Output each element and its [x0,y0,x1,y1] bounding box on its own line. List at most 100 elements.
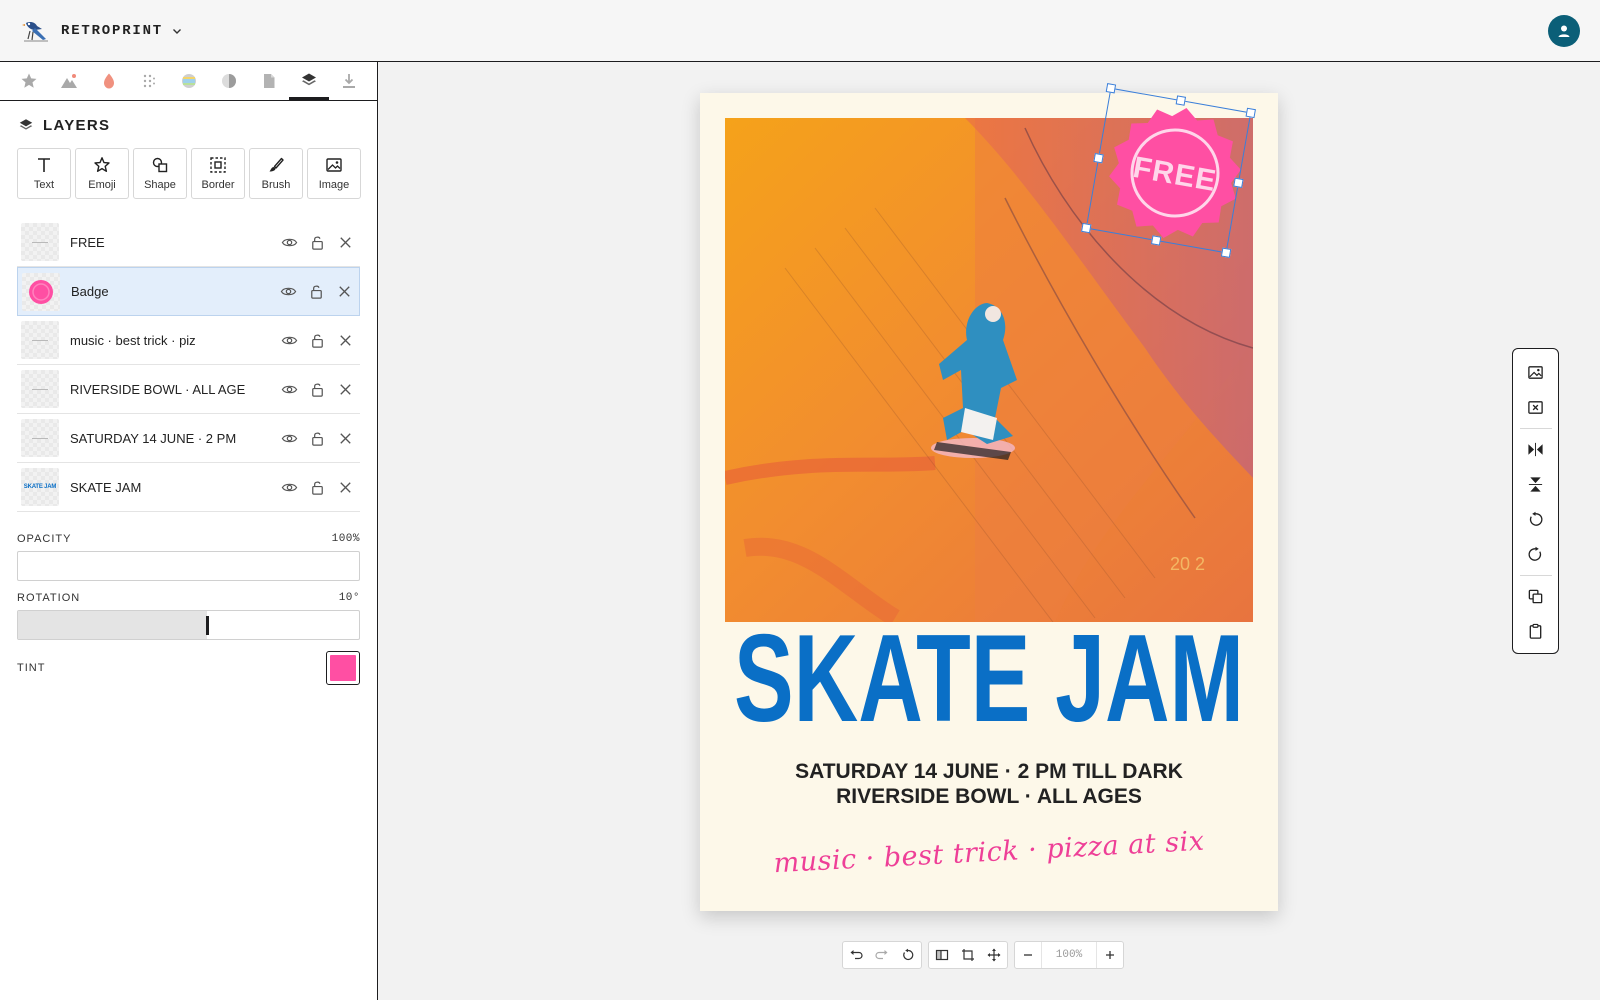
title-layer-preview: SKATE JAM [23,484,57,490]
remove-image-icon [1528,401,1543,414]
unlock-icon[interactable] [309,234,326,251]
layer-name: music · best trick · piz [70,332,196,348]
eye-icon[interactable] [280,283,297,300]
tab-effects[interactable] [89,62,129,100]
rotate-right-button[interactable] [1520,539,1552,571]
undo-button[interactable] [843,942,869,968]
paste-button[interactable] [1520,616,1552,648]
tint-color-swatch[interactable] [326,651,360,685]
redo-button[interactable] [869,942,895,968]
poster-venue-line[interactable]: RIVERSIDE BOWL · ALL AGES [700,785,1278,809]
zoom-level[interactable]: 100% [1041,942,1097,968]
close-icon[interactable] [337,430,354,447]
poster[interactable]: 20 2 SKATE JAM SATURDAY 14 JUNE · 2 PM T… [700,93,1278,911]
page-icon [264,74,275,88]
tab-halftone[interactable] [129,62,169,100]
layers-section-title: LAYERS [18,115,377,135]
add-border-button[interactable]: Border [191,148,245,199]
tab-tone[interactable] [209,62,249,100]
unlock-icon[interactable] [309,430,326,447]
poster-title[interactable]: SKATE JAM [700,613,1278,735]
layer-row-badge[interactable]: Badge [17,267,360,316]
canvas-area[interactable]: 20 2 SKATE JAM SATURDAY 14 JUNE · 2 PM T… [379,62,1600,1000]
add-image-button[interactable]: Image [307,148,361,199]
poster-tagline[interactable]: music · best trick · pizza at six [700,822,1278,883]
reset-icon [903,948,914,961]
opacity-slider[interactable] [17,551,360,581]
layer-row-venue[interactable]: RIVERSIDE BOWL · ALL AGE [17,365,360,414]
user-avatar[interactable] [1548,15,1580,47]
unlock-icon[interactable] [309,332,326,349]
rotation-slider-handle[interactable] [206,616,209,635]
app-switcher[interactable]: RETROPRINT [20,15,183,47]
close-icon[interactable] [336,283,353,300]
paste-icon [1529,623,1542,639]
layer-row-title[interactable]: SKATE JAM SKATE JAM [17,463,360,512]
replace-image-button[interactable] [1520,357,1552,389]
crop-button[interactable] [955,942,981,968]
zoom-in-button[interactable] [1097,942,1123,968]
tab-stickers[interactable] [9,62,49,100]
bird-logo-icon [22,21,48,41]
layer-thumbnail [21,419,59,457]
rotate-right-icon [1528,546,1542,561]
layer-list: FREE Badge music · best trick · piz RIVE… [17,218,360,512]
compare-button[interactable] [929,942,955,968]
layers-title: LAYERS [43,116,111,134]
eye-icon[interactable] [281,479,298,496]
close-icon[interactable] [337,381,354,398]
eye-icon[interactable] [281,381,298,398]
flame-icon [104,73,114,89]
canvas-bottom-toolbar: 100% [842,941,1124,969]
duplicate-icon [1528,589,1543,604]
close-icon[interactable] [337,332,354,349]
free-badge[interactable]: FREE [1094,93,1256,254]
zoom-controls: 100% [1014,941,1124,969]
add-emoji-button[interactable]: Emoji [75,148,129,199]
tab-layers[interactable] [289,62,329,100]
left-panel: LAYERS Text Emoji Shape Border Brush Ima… [0,62,378,1000]
layer-row-date[interactable]: SATURDAY 14 JUNE · 2 PM [17,414,360,463]
close-icon[interactable] [337,479,354,496]
unlock-icon[interactable] [309,479,326,496]
layer-thumbnail [22,272,60,311]
tab-export[interactable] [329,62,369,100]
flip-vertical-icon [1528,477,1543,492]
eye-icon[interactable] [281,332,298,349]
zoom-out-button[interactable] [1015,942,1041,968]
opacity-label: OPACITY [17,533,72,545]
tab-color[interactable] [169,62,209,100]
add-text-button[interactable]: Text [17,148,71,199]
rotate-left-button[interactable] [1520,504,1552,536]
reset-button[interactable] [895,942,921,968]
add-shape-button[interactable]: Shape [133,148,187,199]
close-icon[interactable] [337,234,354,251]
mountain-icon [61,74,77,88]
unlock-icon[interactable] [309,381,326,398]
add-brush-button[interactable]: Brush [249,148,303,199]
layer-thumbnail [21,223,59,261]
pan-button[interactable] [981,942,1007,968]
eye-icon[interactable] [281,430,298,447]
tab-landscape[interactable] [49,62,89,100]
poster-date-line[interactable]: SATURDAY 14 JUNE · 2 PM TILL DARK [700,760,1278,784]
eye-icon[interactable] [281,234,298,251]
rotation-slider[interactable] [17,610,360,640]
layer-thumbnail [21,370,59,408]
border-icon [210,157,226,173]
duplicate-button[interactable] [1520,581,1552,613]
poster-title-text: SKATE JAM [734,613,1244,735]
flip-vertical-button[interactable] [1520,469,1552,501]
flip-horizontal-button[interactable] [1520,434,1552,466]
remove-image-button[interactable] [1520,392,1552,424]
unlock-icon[interactable] [308,283,325,300]
layer-row-tagline[interactable]: music · best trick · piz [17,316,360,365]
text-layer-preview [32,388,48,390]
star-icon [94,157,110,172]
resize-handle-top-left[interactable] [1105,83,1117,94]
layer-name: RIVERSIDE BOWL · ALL AGE [70,381,246,397]
tab-paper[interactable] [249,62,289,100]
badge-preview-icon [29,279,53,304]
layer-row-free[interactable]: FREE [17,218,360,267]
image-icon [1528,366,1543,379]
